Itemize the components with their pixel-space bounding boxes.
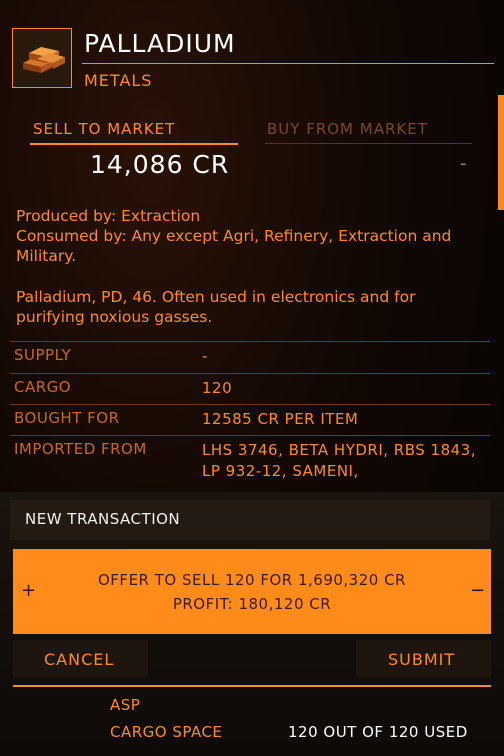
info-row-supply: SUPPLY - [10,341,490,370]
sell-price: 14,086 CR [90,150,230,179]
tab-sell-underline [30,143,238,145]
info-row-bought-for: BOUGHT FOR 12585 CR PER ITEM [10,404,490,433]
tab-sell-to-market[interactable]: SELL TO MARKET [33,120,175,138]
info-row-cargo: CARGO 120 [10,373,490,402]
title-divider [82,63,494,64]
ship-name: ASP [110,696,141,714]
cancel-button-label[interactable]: CANCEL [44,650,114,669]
offer-text: OFFER TO SELL 120 FOR 1,690,320 CR [98,571,406,589]
commodity-icon-frame [12,28,72,88]
cargo-space-label: CARGO SPACE [110,723,223,741]
info-label: IMPORTED FROM [14,440,147,458]
sell-offer-button[interactable] [13,549,491,634]
cargo-space-value: 120 OUT OF 120 USED [288,723,468,741]
scrollbar-thumb[interactable] [498,95,504,210]
info-value: - [202,347,208,365]
production-info: Produced by: Extraction Consumed by: Any… [16,207,452,265]
info-label: BOUGHT FOR [14,409,120,427]
tab-buy-from-market[interactable]: BUY FROM MARKET [267,120,428,138]
transaction-title: NEW TRANSACTION [25,510,181,528]
profit-text: PROFIT: 180,120 CR [172,595,332,613]
tab-buy-underline [265,143,472,144]
info-label: SUPPLY [14,346,72,364]
info-value: 120 [202,379,233,397]
submit-button-label[interactable]: SUBMIT [388,650,455,669]
info-label: CARGO [14,378,72,396]
footer-divider [13,685,491,687]
info-row-imported-from: IMPORTED FROM LHS 3746, BETA HYDRI, RBS … [10,435,490,496]
info-value: LHS 3746, BETA HYDRI, RBS 1843, LP 932-1… [202,441,476,480]
commodity-description: Palladium, PD, 46. Often used in electro… [16,288,416,326]
buy-price: - [460,153,467,174]
commodity-name: PALLADIUM [84,29,236,58]
palladium-bars-icon [23,47,65,73]
commodity-category: METALS [84,71,153,90]
info-value: 12585 CR PER ITEM [202,410,359,428]
